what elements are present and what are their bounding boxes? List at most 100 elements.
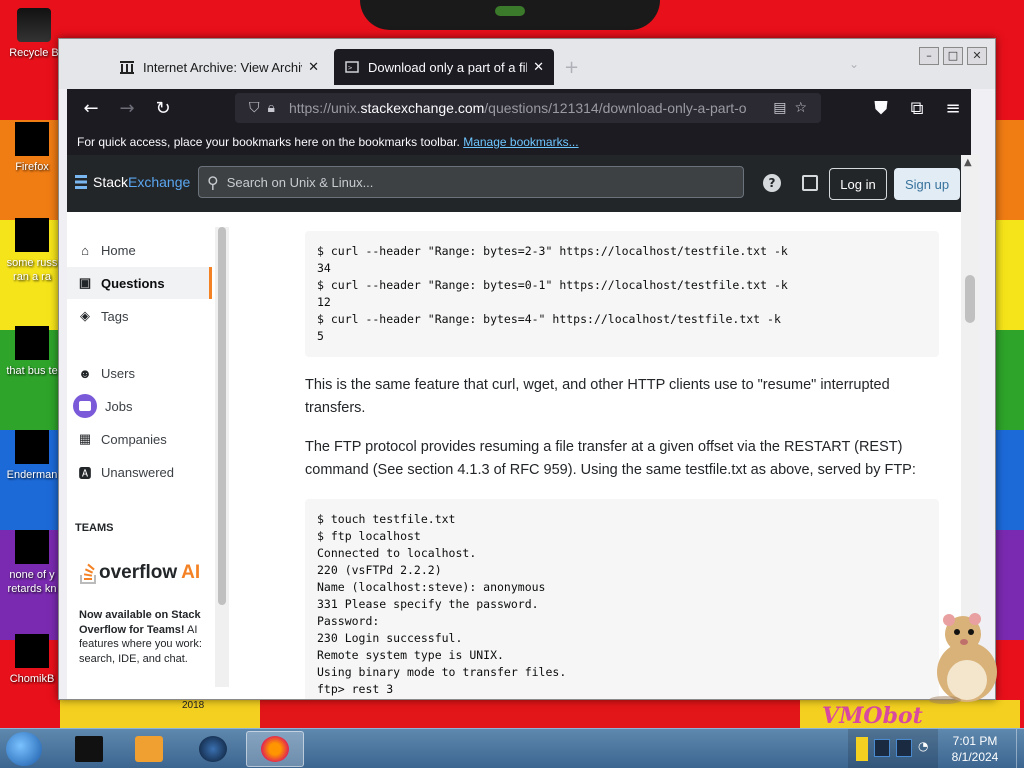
maximize-button[interactable]: □ (943, 47, 963, 65)
svg-text:>: > (348, 64, 352, 72)
questions-icon: ▣ (78, 275, 92, 290)
new-tab-icon[interactable]: + (564, 57, 579, 78)
sidebar-item-jobs[interactable]: Jobs (67, 390, 212, 422)
manage-bookmarks-link[interactable]: Manage bookmarks... (463, 135, 578, 149)
taskbar-app-firefox[interactable] (246, 731, 304, 767)
tab-bar: Internet Archive: View Archive ✕ > Downl… (59, 39, 995, 89)
recycle-bin-icon (17, 8, 51, 42)
clock-time: 7:01 PM (952, 734, 998, 748)
teams-heading: TEAMS (75, 522, 114, 534)
stack-overflow-icon (80, 563, 96, 584)
tag-icon: ◈ (80, 308, 90, 323)
site-switcher-icon[interactable] (802, 175, 818, 191)
tab-internet-archive[interactable]: Internet Archive: View Archive ✕ (109, 49, 329, 85)
terminal-icon (75, 736, 103, 762)
start-button[interactable] (6, 732, 42, 766)
answer-content: $ curl --header "Range: bytes=2-3" https… (232, 212, 971, 699)
chevron-down-icon[interactable]: ⌄ (849, 57, 859, 71)
taskbar-clock[interactable]: 7:01 PM 8/1/2024 (940, 733, 1010, 765)
desktop-icon-recycle-bin[interactable]: Recycle B (2, 8, 66, 60)
reload-icon[interactable]: ↻ (145, 92, 181, 124)
unanswered-icon: 🅰︎ (78, 465, 92, 481)
close-window-button[interactable]: ✕ (967, 47, 987, 65)
volume-icon[interactable]: ◔ (918, 739, 934, 757)
desktop-icon-none-of-y[interactable]: none of y retards kn (0, 530, 64, 596)
tray-flag-icon[interactable] (856, 737, 868, 761)
shield-icon[interactable]: ⛉ (249, 100, 260, 116)
url-text[interactable]: https://unix.stackexchange.com/questions… (289, 100, 769, 116)
tab-download-part[interactable]: > Download only a part of a file ✕ (334, 49, 554, 85)
bookmarks-toolbar: For quick access, place your bookmarks h… (67, 127, 971, 155)
desktop-icon-enderman[interactable]: Enderman (0, 430, 64, 482)
archive-icon (120, 61, 134, 74)
taskbar-app-media[interactable] (120, 731, 178, 767)
site-header: Stack Exchange ⚲ Search on Unix & Linux..… (67, 155, 971, 212)
globe-icon (199, 736, 227, 762)
left-sidebar: ⌂ Home ▣ Questions ◈ Tags ☻ Users Jobs ▦ (67, 212, 232, 699)
extensions-icon[interactable]: ⧉ (899, 92, 935, 124)
app-icon (15, 530, 49, 564)
taskbar-app-terminal[interactable] (60, 731, 118, 767)
jobs-icon (73, 394, 97, 418)
code-block-ftp: $ touch testfile.txt $ ftp localhost Conne… (305, 499, 939, 699)
minimize-button[interactable]: – (919, 47, 939, 65)
desktop-icon-that-bus[interactable]: that bus te (0, 326, 64, 378)
taskbar-app-globe[interactable] (184, 731, 242, 767)
scrollbar-thumb[interactable] (965, 275, 975, 323)
scroll-up-icon[interactable]: ▲ (964, 157, 972, 168)
sidebar-item-unanswered[interactable]: 🅰︎ Unanswered (67, 456, 212, 488)
network-icon[interactable] (874, 739, 890, 757)
reader-view-icon[interactable]: ▤ (773, 100, 786, 116)
show-desktop-button[interactable] (1016, 729, 1024, 768)
site-search-input[interactable]: ⚲ Search on Unix & Linux... (198, 166, 744, 198)
stackexchange-icon (75, 175, 87, 189)
unix-se-icon: > (345, 61, 359, 73)
menu-icon[interactable]: ≡ (935, 92, 971, 124)
desktop-icon-some-russ[interactable]: some russ ran a ra (0, 218, 64, 284)
sidebar-scrollbar[interactable] (215, 227, 229, 687)
enderman-icon (15, 430, 49, 464)
nav-toolbar: ← → ↻ ⛉ 🔒︎ https://unix.stackexchange.co… (67, 89, 971, 127)
media-player-icon (135, 736, 163, 762)
monitor-icon[interactable] (896, 739, 912, 757)
forward-icon[interactable]: → (109, 92, 145, 124)
lock-icon[interactable]: 🔒︎ (268, 100, 275, 116)
pocket-icon[interactable]: ⛊ (863, 92, 899, 124)
wallpaper-small-text: 2018 (182, 700, 205, 711)
sidebar-item-users[interactable]: ☻ Users (67, 357, 212, 389)
system-tray: ◔ (848, 729, 938, 768)
document-icon (15, 218, 49, 252)
tab-label: Internet Archive: View Archive (143, 59, 303, 75)
back-icon[interactable]: ← (73, 92, 109, 124)
help-icon[interactable]: ? (763, 174, 781, 192)
tab-label: Download only a part of a file (368, 59, 528, 75)
sidebar-item-companies[interactable]: ▦ Companies (67, 423, 212, 455)
paragraph-resume: This is the same feature that curl, wget… (305, 377, 890, 416)
code-block-curl: $ curl --header "Range: bytes=2-3" https… (305, 231, 939, 357)
signup-button[interactable]: Sign up (894, 168, 960, 200)
desktop-icon-firefox[interactable]: Firefox (0, 122, 64, 174)
web-page: Stack Exchange ⚲ Search on Unix & Linux..… (67, 155, 971, 699)
home-icon: ⌂ (81, 242, 89, 258)
close-icon[interactable]: ✕ (308, 59, 319, 75)
taskbar: ◔ 7:01 PM 8/1/2024 (0, 728, 1024, 768)
folder-icon (15, 326, 49, 360)
hamster-icon (15, 634, 49, 668)
url-bar[interactable]: ⛉ 🔒︎ https://unix.stackexchange.com/ques… (235, 93, 821, 123)
close-icon[interactable]: ✕ (533, 59, 544, 75)
users-icon: ☻ (78, 365, 92, 381)
sidebar-item-tags[interactable]: ◈ Tags (67, 300, 212, 332)
browser-window: Internet Archive: View Archive ✕ > Downl… (58, 38, 996, 700)
firefox-icon (15, 122, 49, 156)
stackexchange-logo[interactable]: Stack Exchange (75, 174, 190, 190)
bookmarks-hint: For quick access, place your bookmarks h… (77, 135, 460, 149)
search-icon: ⚲ (207, 172, 219, 192)
overflow-ai-logo[interactable]: overflow AI (79, 561, 200, 585)
sidebar-item-questions[interactable]: ▣ Questions (67, 267, 212, 299)
bookmark-star-icon[interactable]: ☆ (794, 100, 807, 116)
login-button[interactable]: Log in (829, 168, 887, 200)
wallpaper-text: VMObot (822, 703, 923, 729)
sidebar-item-home[interactable]: ⌂ Home (67, 234, 212, 266)
companies-icon: ▦ (78, 431, 92, 446)
desktop-icon-chomikb[interactable]: ChomikB (0, 634, 64, 686)
